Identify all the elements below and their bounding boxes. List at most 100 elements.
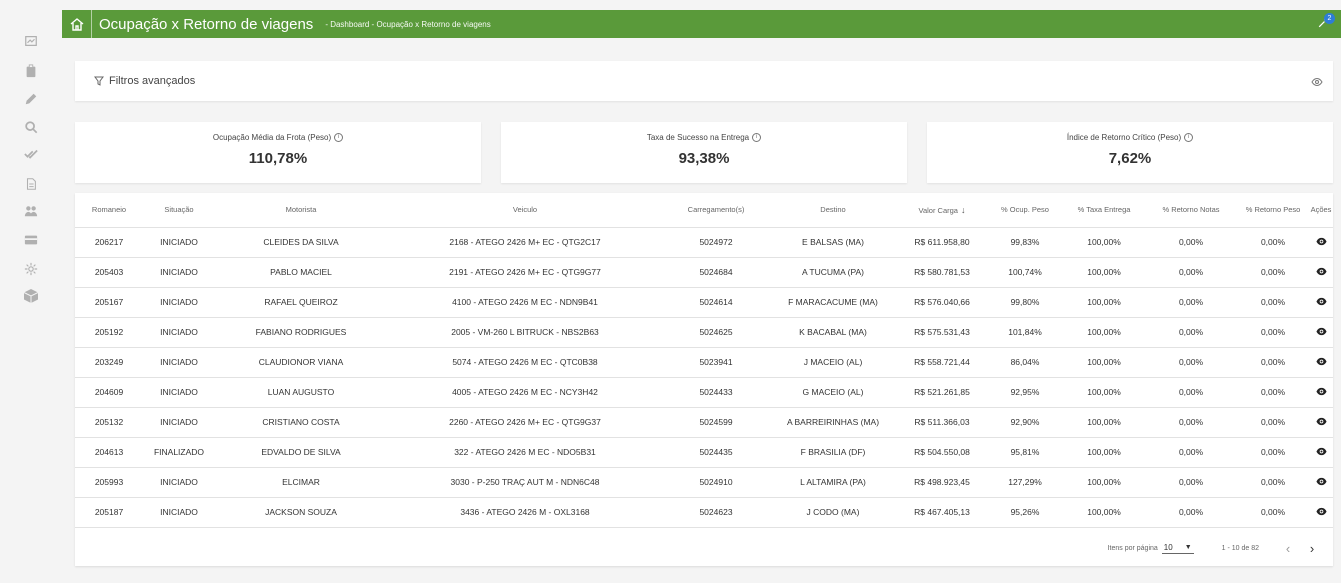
table-cell: G MACEIO (AL) (769, 377, 897, 408)
column-header[interactable]: % Retorno Peso (1237, 193, 1309, 228)
table-cell: R$ 580.781,53 (897, 257, 987, 288)
table-cell: K BACABAL (MA) (769, 317, 897, 348)
table-cell: 127,29% (987, 467, 1063, 498)
view-eye-icon[interactable] (1315, 296, 1327, 307)
view-eye-icon[interactable] (1315, 236, 1327, 247)
advanced-filters-label[interactable]: Filtros avançados (109, 75, 195, 87)
people-icon[interactable] (24, 204, 38, 218)
view-eye-icon[interactable] (1315, 326, 1327, 337)
table-row[interactable]: 204609 INICIADO LUAN AUGUSTO 4005 - ATEGO 2… (75, 377, 1333, 408)
view-eye-icon[interactable] (1315, 386, 1327, 397)
kpi-value: 110,78% (248, 150, 308, 167)
table-cell: 2005 - VM-260 L BITRUCK - NBS2B63 (387, 317, 663, 348)
trips-table: Romaneio Situação Motorista Veiculo Carr… (75, 193, 1333, 528)
column-header[interactable]: % Taxa Entrega (1063, 193, 1145, 228)
table-cell: INICIADO (143, 257, 215, 288)
sort-arrow-down-icon[interactable]: ↓ (961, 205, 966, 215)
table-cell: L ALTAMIRA (PA) (769, 467, 897, 498)
column-header[interactable]: Veiculo (387, 193, 663, 228)
view-eye-icon[interactable] (1315, 446, 1327, 457)
table-cell: 0,00% (1237, 497, 1309, 528)
table-cell: INICIADO (143, 497, 215, 528)
table-row[interactable]: 205167 INICIADO RAFAEL QUEIROZ 4100 - ATEGO… (75, 287, 1333, 318)
table-cell: A TUCUMA (PA) (769, 257, 897, 288)
column-header[interactable]: Motorista (215, 193, 387, 228)
view-eye-icon[interactable] (1315, 266, 1327, 277)
prev-page-icon[interactable]: ‹ (1281, 541, 1295, 556)
table-cell: JACKSON SOUZA (215, 497, 387, 528)
table-cell: 2168 - ATEGO 2426 M+ EC - QTG2C17 (387, 227, 663, 258)
pencil-icon[interactable] (24, 92, 38, 106)
table-row[interactable]: 205192 INICIADO FABIANO RODRIGUES 2005 - VM… (75, 317, 1333, 348)
table-cell: 0,00% (1237, 347, 1309, 378)
eye-icon[interactable] (1311, 75, 1323, 87)
table-cell: A BARREIRINHAS (MA) (769, 407, 897, 438)
paginator: Itens por página 10 ▼ 1 - 10 de 82 ‹ › (75, 531, 1333, 566)
column-header[interactable]: Situação (143, 193, 215, 228)
view-eye-icon[interactable] (1315, 506, 1327, 517)
table-cell: FABIANO RODRIGUES (215, 317, 387, 348)
column-header[interactable]: Romaneio (75, 193, 143, 228)
actions-cell (1309, 227, 1333, 258)
table-cell: 5024433 (663, 377, 769, 408)
view-eye-icon[interactable] (1315, 476, 1327, 487)
notification-badge: 2 (1324, 12, 1335, 24)
table-cell: 0,00% (1237, 257, 1309, 288)
breadcrumb: - Dashboard - Ocupação x Retorno de viag… (325, 19, 491, 29)
table-cell: 205167 (75, 287, 143, 318)
table-row[interactable]: 205132 INICIADO CRISTIANO COSTA 2260 - ATEG… (75, 407, 1333, 438)
table-cell: 5074 - ATEGO 2426 M EC - QTC0B38 (387, 347, 663, 378)
page-title: Ocupação x Retorno de viagens (99, 15, 314, 33)
view-eye-icon[interactable] (1315, 416, 1327, 427)
card-icon[interactable] (24, 233, 38, 247)
table-cell: 5024684 (663, 257, 769, 288)
table-row[interactable]: 205993 INICIADO ELCIMAR 3030 - P-250 TRAÇ A… (75, 467, 1333, 498)
box-icon[interactable] (23, 288, 39, 304)
gear-icon[interactable] (24, 262, 38, 276)
filter-bar[interactable]: Filtros avançados (75, 61, 1333, 101)
info-icon[interactable]: i (1184, 133, 1194, 142)
table-cell: 99,83% (987, 227, 1063, 258)
table-cell: 204609 (75, 377, 143, 408)
table-cell: INICIADO (143, 347, 215, 378)
document-icon[interactable] (24, 177, 38, 191)
table-cell: FINALIZADO (143, 437, 215, 468)
tools-icon[interactable]: 2 (1317, 12, 1335, 34)
filter-icon (94, 76, 104, 86)
view-eye-icon[interactable] (1315, 356, 1327, 367)
table-cell: 0,00% (1145, 287, 1237, 318)
table-cell: R$ 611.958,80 (897, 227, 987, 258)
actions-cell (1309, 467, 1333, 498)
table-row[interactable]: 203249 INICIADO CLAUDIONOR VIANA 5074 - ATE… (75, 347, 1333, 378)
clipboard-icon[interactable] (24, 64, 38, 78)
column-header[interactable]: % Retorno Notas (1145, 193, 1237, 228)
table-cell: 5023941 (663, 347, 769, 378)
next-page-icon[interactable]: › (1305, 541, 1319, 556)
column-header[interactable]: Destino (769, 193, 897, 228)
table-row[interactable]: 204613 FINALIZADO EDVALDO DE SILVA 322 - AT… (75, 437, 1333, 468)
chart-icon[interactable] (24, 34, 38, 48)
table-cell: 5024972 (663, 227, 769, 258)
table-cell: 5024599 (663, 407, 769, 438)
page-size-select[interactable]: 10 ▼ (1161, 543, 1194, 554)
info-icon[interactable]: i (334, 133, 344, 142)
table-cell: 86,04% (987, 347, 1063, 378)
double-check-icon[interactable] (24, 147, 38, 161)
table-row[interactable]: 205403 INICIADO PABLO MACIEL 2191 - ATEGO 2… (75, 257, 1333, 288)
table-cell: R$ 575.531,43 (897, 317, 987, 348)
table-cell: 206217 (75, 227, 143, 258)
table-cell: 5024435 (663, 437, 769, 468)
table-cell: 100,00% (1063, 437, 1145, 468)
column-header-sorted[interactable]: Valor Carga ↓ (897, 193, 987, 228)
table-cell: 0,00% (1145, 377, 1237, 408)
column-header[interactable]: Carregamento(s) (663, 193, 769, 228)
column-header[interactable]: % Ocup. Peso (987, 193, 1063, 228)
info-icon[interactable]: i (752, 133, 762, 142)
home-icon[interactable] (62, 10, 92, 38)
actions-cell (1309, 377, 1333, 408)
table-row[interactable]: 205187 INICIADO JACKSON SOUZA 3436 - ATEGO … (75, 497, 1333, 528)
search-icon[interactable] (24, 120, 38, 134)
table-cell: 100,74% (987, 257, 1063, 288)
table-row[interactable]: 206217 INICIADO CLEIDES DA SILVA 2168 - ATE… (75, 227, 1333, 258)
app-header: Ocupação x Retorno de viagens - Dashboar… (62, 10, 1341, 38)
